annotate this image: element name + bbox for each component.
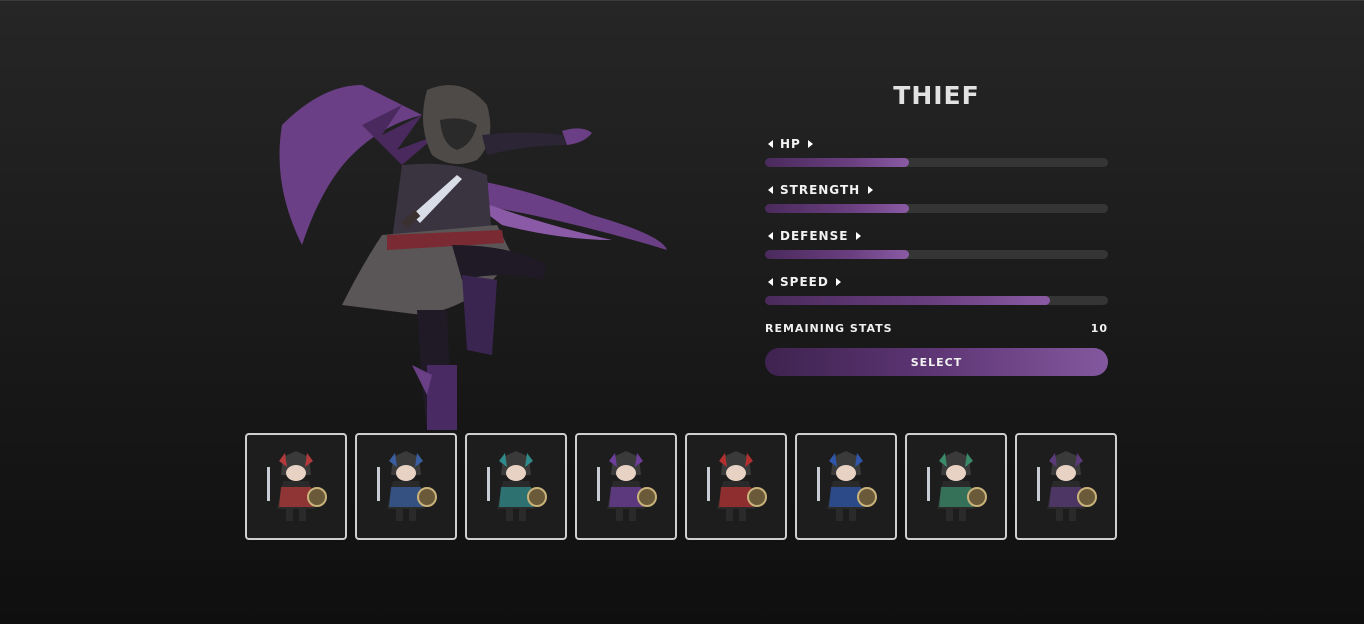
stat-bar-fill — [765, 250, 910, 259]
stat-strength: STRENGTH — [765, 182, 1108, 228]
select-button[interactable]: SELECT — [765, 348, 1108, 376]
stat-list: HP STRENGTH DEFENSE SPEED — [765, 136, 1108, 320]
arrow-right-icon — [808, 140, 814, 148]
red-mage-icon — [707, 450, 767, 521]
stat-bar — [765, 296, 1108, 305]
stat-label: HP — [780, 137, 801, 151]
blue-mage-icon — [817, 450, 877, 521]
spear-knight-icon — [377, 450, 437, 521]
arrow-left-icon — [767, 140, 773, 148]
stat-hp: HP — [765, 136, 1108, 182]
arrow-left-icon — [767, 232, 773, 240]
character-roster — [245, 433, 1117, 540]
class-title: THIEF — [893, 81, 980, 110]
decrease-speed-button[interactable] — [765, 275, 775, 289]
arrow-right-icon — [836, 278, 842, 286]
roster-card[interactable] — [685, 433, 787, 540]
roster-card[interactable] — [575, 433, 677, 540]
remaining-stats-label: REMAINING STATS — [765, 322, 893, 335]
roster-card[interactable] — [1015, 433, 1117, 540]
hooded-thief-portrait-icon — [279, 85, 667, 430]
archer-icon — [597, 450, 657, 521]
roster-card[interactable] — [905, 433, 1007, 540]
hero-portrait — [262, 65, 682, 435]
thief-icon — [1037, 450, 1097, 521]
increase-speed-button[interactable] — [834, 275, 844, 289]
roster-card[interactable] — [795, 433, 897, 540]
roster-card[interactable] — [355, 433, 457, 540]
stat-label: STRENGTH — [780, 183, 861, 197]
armored-axe-knight-icon — [927, 450, 987, 521]
arrow-left-icon — [767, 278, 773, 286]
stat-defense: DEFENSE — [765, 228, 1108, 274]
stat-bar — [765, 250, 1108, 259]
arrow-right-icon — [867, 186, 873, 194]
increase-hp-button[interactable] — [806, 137, 816, 151]
stat-bar-fill — [765, 204, 910, 213]
stats-panel: THIEF HP STRENGTH DEFENSE SPEED REMAININ… — [765, 79, 1108, 376]
increase-defense-button[interactable] — [853, 229, 863, 243]
increase-strength-button[interactable] — [865, 183, 875, 197]
arrow-left-icon — [767, 186, 773, 194]
roster-card[interactable] — [465, 433, 567, 540]
stat-label: SPEED — [780, 275, 829, 289]
decrease-defense-button[interactable] — [765, 229, 775, 243]
decrease-hp-button[interactable] — [765, 137, 775, 151]
stat-label: DEFENSE — [780, 229, 849, 243]
remaining-stats: REMAINING STATS 10 — [765, 320, 1108, 338]
stat-bar-fill — [765, 158, 910, 167]
decrease-strength-button[interactable] — [765, 183, 775, 197]
stat-speed: SPEED — [765, 274, 1108, 320]
stat-bar — [765, 158, 1108, 167]
remaining-stats-value: 10 — [1090, 322, 1108, 335]
arrow-right-icon — [855, 232, 861, 240]
warrior-sword-icon — [267, 450, 327, 521]
roster-card[interactable] — [245, 433, 347, 540]
axe-fighter-icon — [487, 450, 547, 521]
stat-bar-fill — [765, 296, 1050, 305]
stat-bar — [765, 204, 1108, 213]
